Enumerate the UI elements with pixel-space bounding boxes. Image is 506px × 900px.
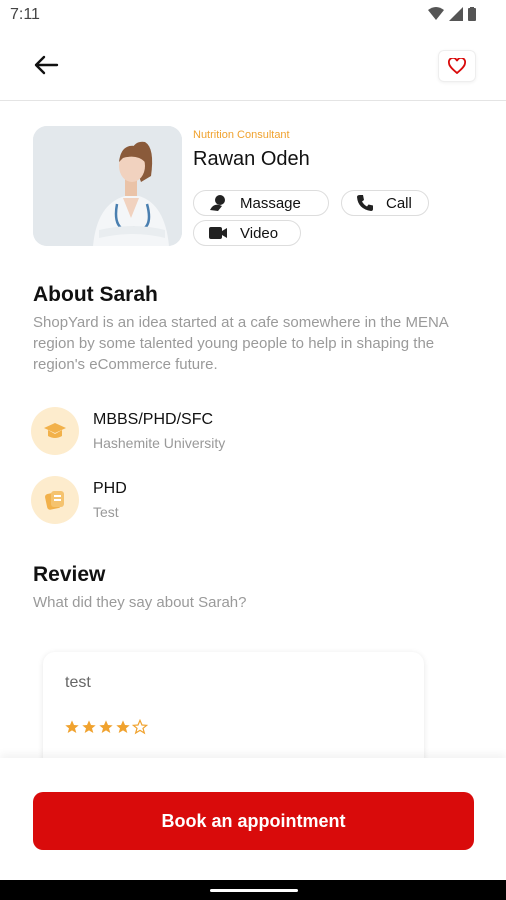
rating-stars	[64, 719, 148, 735]
phone-icon	[357, 195, 373, 211]
doctor-name: Rawan Odeh	[193, 148, 310, 170]
certificate-icon-badge	[31, 476, 79, 524]
about-title: About Sarah	[33, 283, 158, 306]
review-title: Review	[33, 563, 106, 586]
doctor-role: Nutrition Consultant	[193, 129, 290, 141]
call-chip-label: Call	[386, 194, 412, 212]
education-title: MBBS/PHD/SFC	[93, 411, 214, 428]
star-filled-icon	[82, 720, 96, 733]
status-icons	[428, 7, 476, 21]
certificate-icon	[45, 491, 64, 510]
back-arrow-icon	[34, 55, 59, 75]
education-icon-badge	[31, 407, 79, 455]
system-nav-bar	[0, 880, 506, 900]
home-gesture-pill[interactable]	[210, 889, 298, 892]
education-subtitle: Test	[93, 504, 119, 520]
graduation-cap-icon	[44, 423, 66, 438]
video-chip-label: Video	[240, 224, 279, 242]
battery-icon	[468, 7, 476, 21]
review-subtitle: What did they say about Sarah?	[33, 594, 247, 611]
star-filled-icon	[99, 720, 113, 733]
massage-chip-label: Massage	[240, 194, 301, 212]
heart-icon	[448, 58, 466, 74]
star-empty-icon	[132, 719, 148, 735]
video-camera-icon	[209, 227, 227, 239]
book-appointment-button[interactable]: Book an appointment	[33, 792, 474, 850]
signal-icon	[449, 7, 463, 21]
back-button[interactable]	[28, 50, 64, 80]
education-title: PHD	[93, 480, 127, 497]
favorite-button[interactable]	[438, 50, 476, 82]
education-subtitle: Hashemite University	[93, 435, 226, 451]
wifi-icon	[428, 7, 444, 20]
call-chip[interactable]: Call	[341, 190, 429, 216]
star-filled-icon	[65, 720, 79, 733]
star-filled-icon	[116, 720, 130, 733]
massage-icon	[210, 195, 225, 211]
status-bar: 7:11	[0, 0, 506, 32]
doctor-photo	[33, 126, 182, 246]
app-bar	[0, 32, 506, 101]
status-time: 7:11	[10, 6, 40, 23]
massage-chip[interactable]: Massage	[193, 190, 329, 216]
video-chip[interactable]: Video	[193, 220, 301, 246]
about-text: ShopYard is an idea started at a cafe so…	[33, 314, 448, 373]
review-text: test	[65, 674, 91, 691]
